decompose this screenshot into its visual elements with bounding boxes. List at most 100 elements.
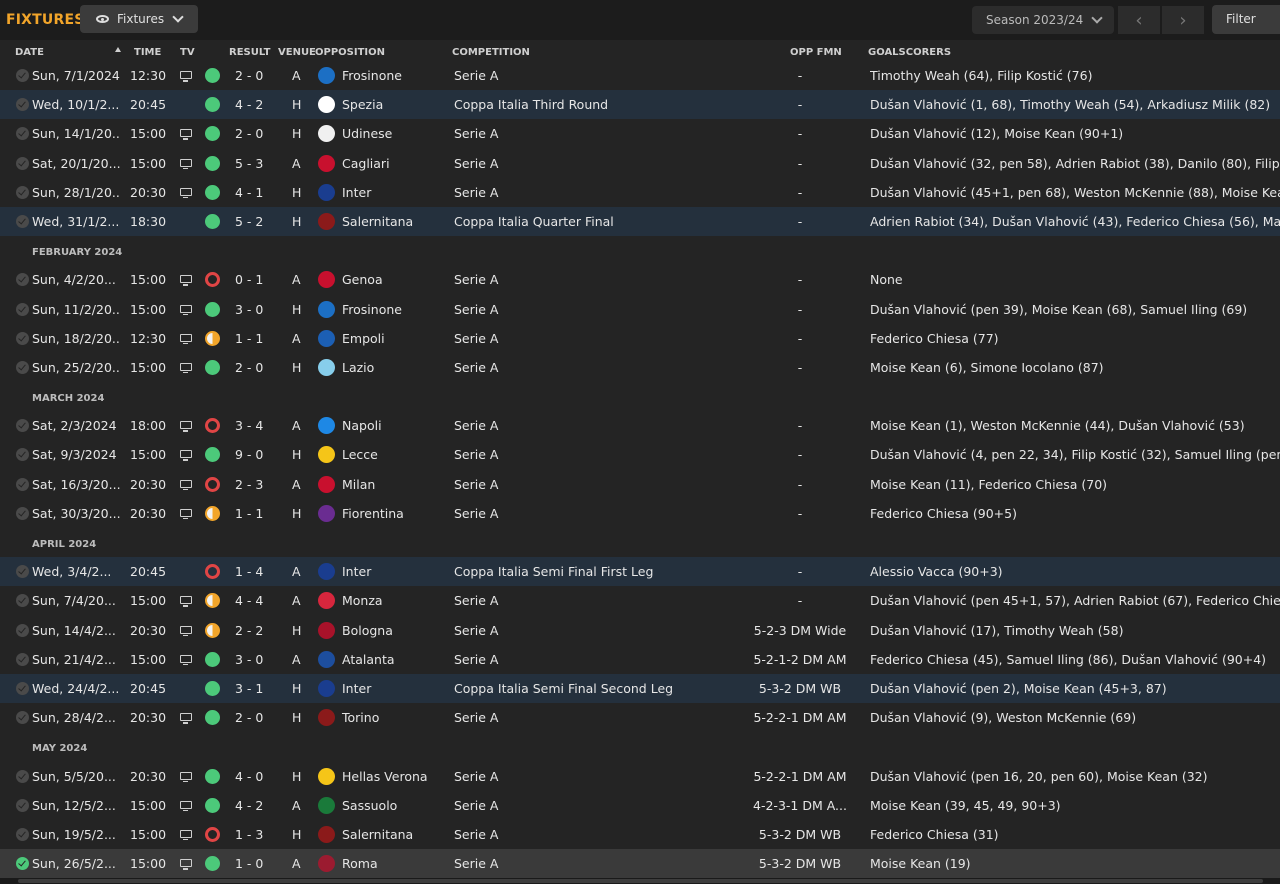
fixture-row[interactable]: Sun, 14/4/2... 20:30 2 - 2 H Bologna Serie A 5…	[0, 616, 1280, 645]
opposition-name[interactable]: Sassuolo	[342, 798, 397, 813]
check-icon[interactable]	[16, 565, 29, 579]
cup-fixture-row[interactable]: Wed, 24/4/2... 20:45 3 - 1 H Inter Coppa Ital…	[0, 673, 1280, 704]
opposition-name[interactable]: Inter	[342, 564, 371, 579]
fixture-score[interactable]: 5 - 3	[235, 156, 263, 171]
check-icon[interactable]	[16, 652, 29, 666]
col-opp-fmn[interactable]: OPP FMN	[790, 47, 842, 58]
opposition-name[interactable]: Roma	[342, 856, 378, 871]
col-venue[interactable]: VENUE	[278, 47, 316, 58]
opposition-name[interactable]: Genoa	[342, 272, 383, 287]
check-icon[interactable]	[16, 857, 29, 871]
opposition-name[interactable]: Empoli	[342, 331, 385, 346]
col-result[interactable]: RESULT	[229, 47, 270, 58]
col-date[interactable]: DATE	[15, 47, 44, 58]
fixture-score[interactable]: 0 - 1	[235, 272, 263, 287]
fixture-score[interactable]: 3 - 1	[235, 681, 263, 696]
fixture-score[interactable]: 1 - 1	[235, 331, 263, 346]
check-icon[interactable]	[16, 156, 29, 170]
fixture-row[interactable]: Sat, 9/3/2024 15:00 9 - 0 H Lecce Serie A - Duš…	[0, 440, 1280, 469]
check-icon[interactable]	[16, 331, 29, 345]
col-tv[interactable]: TV	[180, 47, 195, 58]
check-icon[interactable]	[16, 827, 29, 841]
competition-name[interactable]: Coppa Italia Quarter Final	[454, 214, 614, 229]
competition-name[interactable]: Serie A	[454, 506, 498, 521]
fixture-row[interactable]: Sun, 21/4/2... 15:00 3 - 0 A Atalanta Serie A…	[0, 645, 1280, 674]
competition-name[interactable]: Serie A	[454, 623, 498, 638]
opposition-name[interactable]: Monza	[342, 593, 383, 608]
fixture-score[interactable]: 4 - 2	[235, 97, 263, 112]
fixture-score[interactable]: 1 - 4	[235, 564, 263, 579]
competition-name[interactable]: Serie A	[454, 710, 498, 725]
check-icon[interactable]	[16, 127, 29, 141]
check-icon[interactable]	[16, 69, 29, 82]
opposition-name[interactable]: Cagliari	[342, 156, 390, 171]
fixture-score[interactable]: 2 - 0	[235, 360, 263, 375]
competition-name[interactable]: Coppa Italia Third Round	[454, 97, 608, 112]
opposition-name[interactable]: Salernitana	[342, 827, 413, 842]
competition-name[interactable]: Serie A	[454, 126, 498, 141]
fixture-row[interactable]: Sun, 11/2/20... 15:00 3 - 0 H Frosinone Serie…	[0, 295, 1280, 324]
opposition-name[interactable]: Lazio	[342, 360, 374, 375]
season-selector[interactable]: Season 2023/24	[972, 6, 1114, 34]
check-icon[interactable]	[16, 419, 29, 433]
opposition-name[interactable]: Atalanta	[342, 652, 395, 667]
check-icon[interactable]	[16, 448, 29, 462]
fixture-row[interactable]: Sat, 20/1/20... 15:00 5 - 3 A Cagliari Serie …	[0, 149, 1280, 178]
view-selector-button[interactable]: Fixtures	[80, 5, 198, 33]
opposition-name[interactable]: Bologna	[342, 623, 393, 638]
fixture-score[interactable]: 2 - 0	[235, 710, 263, 725]
check-icon[interactable]	[16, 273, 29, 287]
check-icon[interactable]	[16, 360, 29, 374]
check-icon[interactable]	[16, 769, 29, 783]
opposition-name[interactable]: Fiorentina	[342, 506, 404, 521]
check-icon[interactable]	[16, 98, 29, 112]
cup-fixture-row[interactable]: Wed, 10/1/2... 20:45 4 - 2 H Spezia Coppa Ita…	[0, 90, 1280, 120]
fixture-score[interactable]: 2 - 0	[235, 68, 263, 83]
fixture-row[interactable]: Sun, 12/5/2... 15:00 4 - 2 A Sassuolo Serie A…	[0, 791, 1280, 820]
fixture-score[interactable]: 2 - 0	[235, 126, 263, 141]
competition-name[interactable]: Serie A	[454, 652, 498, 667]
opposition-name[interactable]: Spezia	[342, 97, 383, 112]
competition-name[interactable]: Serie A	[454, 331, 498, 346]
competition-name[interactable]: Serie A	[454, 68, 498, 83]
competition-name[interactable]: Serie A	[454, 477, 498, 492]
filter-button[interactable]: Filter	[1212, 5, 1280, 34]
fixture-score[interactable]: 1 - 1	[235, 506, 263, 521]
opposition-name[interactable]: Udinese	[342, 126, 392, 141]
opposition-name[interactable]: Milan	[342, 477, 375, 492]
opposition-name[interactable]: Hellas Verona	[342, 769, 428, 784]
competition-name[interactable]: Serie A	[454, 360, 498, 375]
fixture-score[interactable]: 9 - 0	[235, 447, 263, 462]
competition-name[interactable]: Serie A	[454, 798, 498, 813]
col-goalscorers[interactable]: GOALSCORERS	[868, 47, 951, 58]
cup-fixture-row[interactable]: Wed, 31/1/2... 18:30 5 - 2 H Salernitana Copp…	[0, 206, 1280, 237]
check-icon[interactable]	[16, 214, 29, 228]
check-icon[interactable]	[16, 681, 29, 695]
competition-name[interactable]: Serie A	[454, 418, 498, 433]
fixture-row[interactable]: Sun, 28/4/2... 20:30 2 - 0 H Torino Serie A 5-…	[0, 703, 1280, 732]
horizontal-scrollbar-thumb[interactable]	[18, 879, 1263, 883]
fixture-row[interactable]: Sun, 7/4/20... 15:00 4 - 4 A Monza Serie A - Du…	[0, 586, 1280, 615]
col-time[interactable]: TIME	[134, 47, 161, 58]
opposition-name[interactable]: Inter	[342, 185, 371, 200]
fixture-row[interactable]: Sat, 2/3/2024 18:00 3 - 4 A Napoli Serie A - Mo…	[0, 411, 1280, 440]
competition-name[interactable]: Serie A	[454, 856, 498, 871]
opposition-name[interactable]: Frosinone	[342, 68, 402, 83]
opposition-name[interactable]: Frosinone	[342, 302, 402, 317]
fixture-row[interactable]: Sun, 7/1/2024 12:30 2 - 0 A Frosinone Serie A…	[0, 61, 1280, 90]
fixture-score[interactable]: 4 - 1	[235, 185, 263, 200]
fixture-row[interactable]: Sat, 16/3/20... 20:30 2 - 3 A Milan Serie A - M…	[0, 470, 1280, 499]
fixture-score[interactable]: 1 - 3	[235, 827, 263, 842]
fixture-row[interactable]: Sun, 4/2/20... 15:00 0 - 1 A Genoa Serie A - No…	[0, 265, 1280, 294]
fixture-score[interactable]: 4 - 0	[235, 769, 263, 784]
competition-name[interactable]: Serie A	[454, 769, 498, 784]
fixture-score[interactable]: 4 - 2	[235, 798, 263, 813]
competition-name[interactable]: Coppa Italia Semi Final Second Leg	[454, 681, 673, 696]
competition-name[interactable]: Serie A	[454, 302, 498, 317]
fixture-score[interactable]: 5 - 2	[235, 214, 263, 229]
competition-name[interactable]: Coppa Italia Semi Final First Leg	[454, 564, 653, 579]
fixture-row[interactable]: Sun, 25/2/20... 15:00 2 - 0 H Lazio Serie A - M…	[0, 353, 1280, 382]
check-icon[interactable]	[16, 506, 29, 520]
competition-name[interactable]: Serie A	[454, 185, 498, 200]
check-icon[interactable]	[16, 798, 29, 812]
